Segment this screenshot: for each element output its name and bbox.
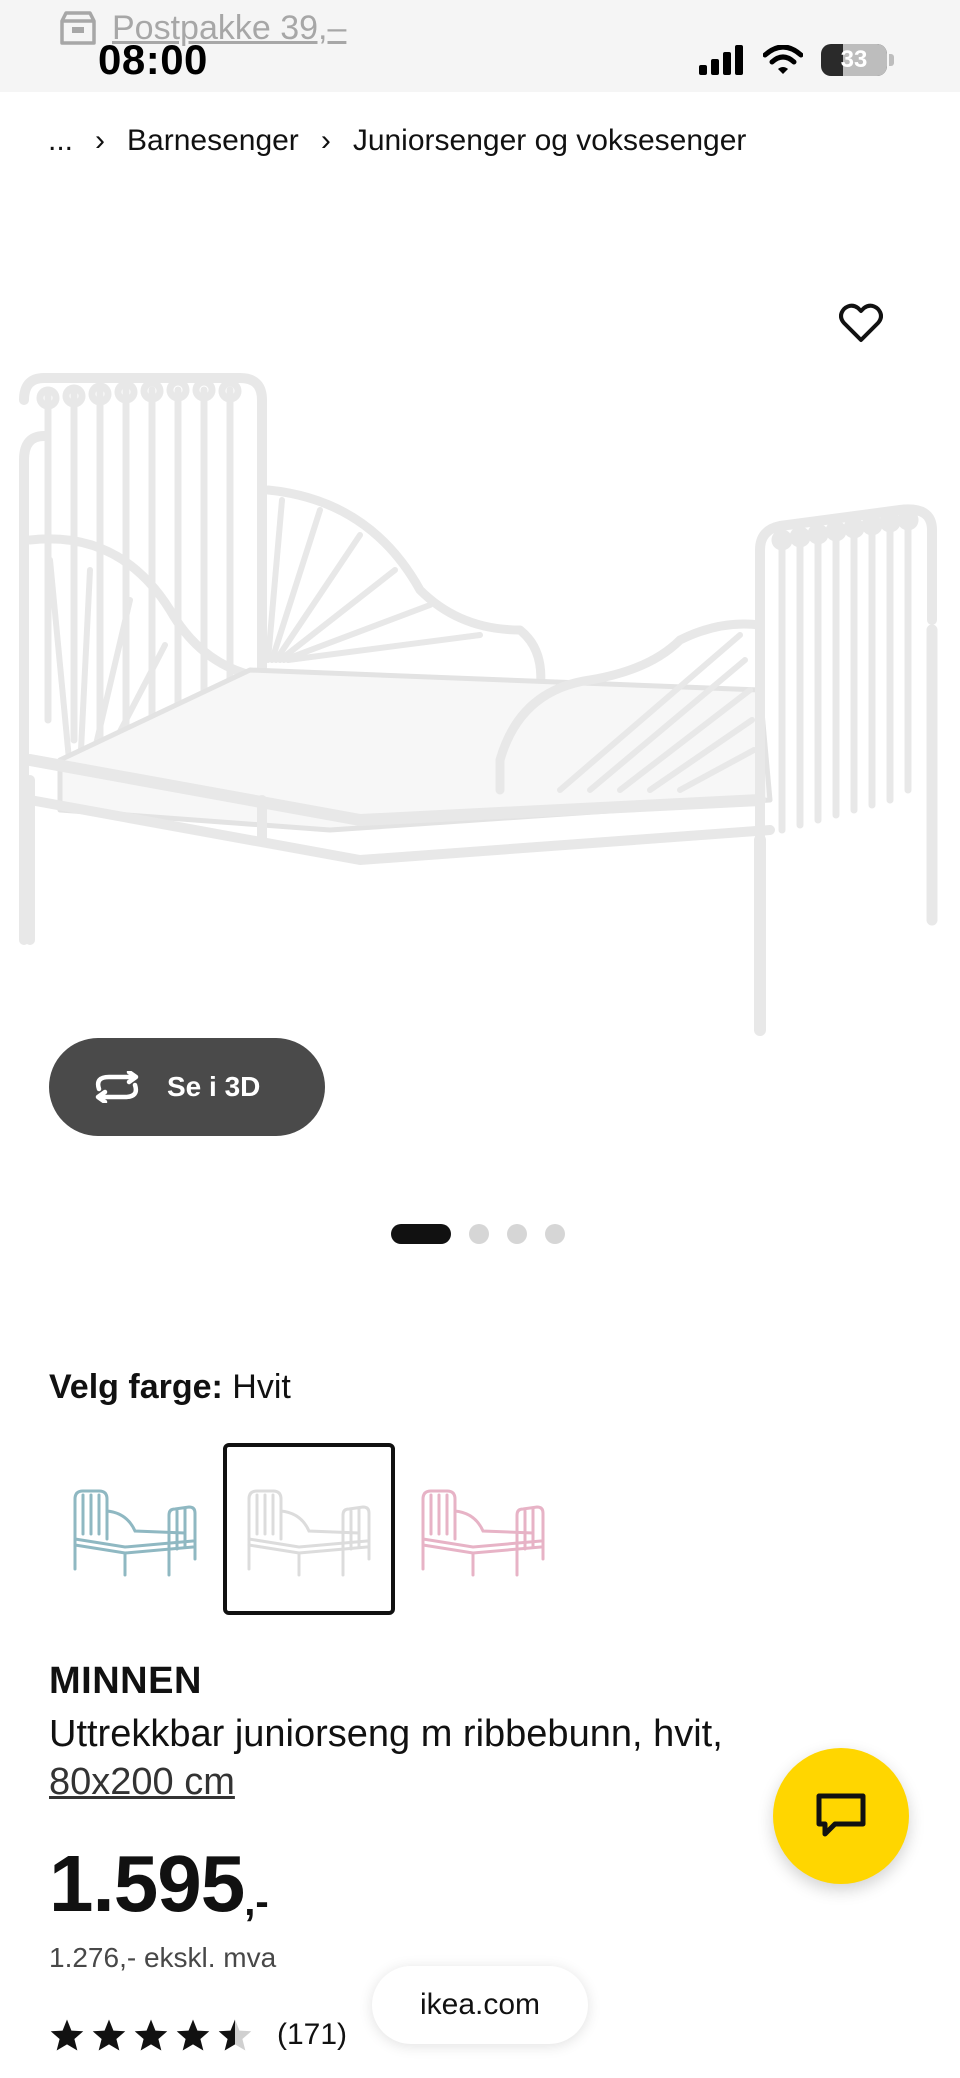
carousel-dot[interactable] [545, 1224, 565, 1244]
rotate-3d-icon [95, 1071, 139, 1103]
cellular-signal-icon [699, 45, 743, 75]
product-price: 1.595 ,- [49, 1838, 269, 1930]
battery-icon: 33 [821, 44, 887, 76]
product-size-link[interactable]: 80x200 cm [49, 1758, 235, 1806]
star-icon [50, 2019, 84, 2051]
wifi-icon [763, 45, 803, 74]
price-main: 1.595 [49, 1839, 245, 1928]
color-label-title: Velg farge: [49, 1368, 223, 1406]
color-swatch-rosa[interactable] [397, 1443, 569, 1615]
breadcrumb-ellipsis[interactable]: ... [48, 124, 73, 158]
product-description-text: Uttrekkbar juniorseng m ribbebunn, hvit, [49, 1713, 723, 1755]
browser-url: ikea.com [419, 1988, 541, 2021]
color-swatch-turkis[interactable] [49, 1443, 221, 1615]
favourite-button[interactable] [836, 298, 886, 348]
carousel-dot[interactable] [469, 1224, 489, 1244]
view-3d-label: Se i 3D [167, 1071, 261, 1102]
status-bar: Postpakke 39,– 08:00 33 [0, 0, 960, 92]
star-icon [92, 2019, 126, 2051]
view-3d-button[interactable]: Se i 3D [49, 1038, 325, 1136]
price-ex-vat: 1.276,- ekskl. mva [49, 1942, 277, 1973]
carousel-indicator [391, 1224, 565, 1244]
color-selected-value: Hvit [232, 1368, 291, 1406]
color-swatches [49, 1443, 569, 1615]
status-time: 08:00 [98, 36, 208, 83]
star-icon [176, 2019, 210, 2051]
carousel-dot[interactable] [507, 1224, 527, 1244]
star-half-icon [218, 2019, 252, 2051]
browser-url-bar[interactable]: ikea.com [372, 1966, 588, 2044]
chevron-right-icon: › [95, 124, 106, 157]
carousel-dot-active[interactable] [391, 1224, 451, 1244]
chat-button[interactable] [773, 1748, 909, 1884]
price-suffix: ,- [244, 1880, 269, 1924]
product-description: Uttrekkbar juniorseng m ribbebunn, hvit,… [49, 1710, 809, 1806]
breadcrumb-item-juniorsenger[interactable]: Juniorsenger og voksesenger [353, 124, 747, 158]
star-icon [134, 2019, 168, 2051]
product-rating[interactable]: (171) [49, 2018, 347, 2052]
breadcrumb-item-barnesenger[interactable]: Barnesenger [127, 124, 299, 158]
breadcrumb: ... › Barnesenger › Juniorsenger og voks… [48, 124, 746, 158]
review-count: (171) [277, 2018, 348, 2051]
package-icon [60, 11, 96, 45]
product-image[interactable] [0, 360, 960, 1060]
color-swatch-hvit[interactable] [223, 1443, 395, 1615]
chevron-right-icon: › [320, 124, 331, 157]
status-icons: 33 [699, 44, 894, 76]
heart-icon [839, 303, 883, 342]
color-picker-label: Velg farge: Hvit [49, 1368, 291, 1407]
chat-bubble-icon [816, 1793, 866, 1837]
product-name: MINNEN [49, 1660, 202, 1702]
